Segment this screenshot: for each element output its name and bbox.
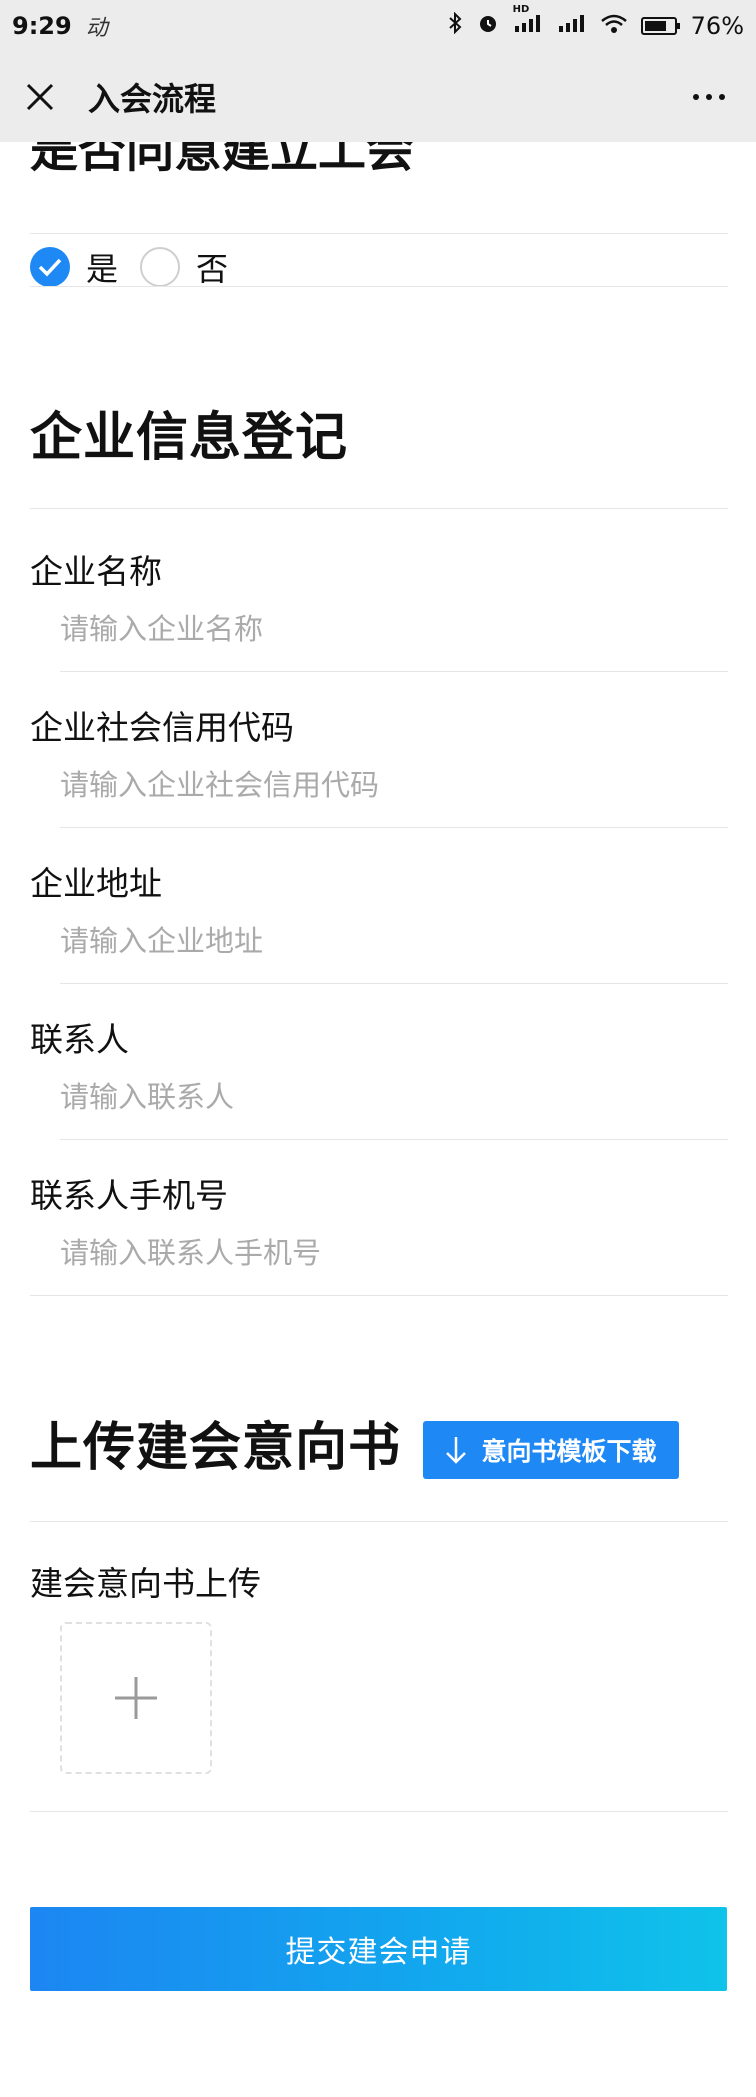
credit-code-label: 企业社会信用代码 — [30, 708, 294, 747]
radio-yes-label[interactable]: 是 — [86, 244, 118, 290]
divider — [30, 1295, 728, 1296]
radio-yes[interactable] — [30, 247, 70, 287]
contact-input[interactable] — [60, 1080, 720, 1114]
agree-radio-group: 是 否 — [30, 244, 250, 290]
template-download-button[interactable]: 意向书模板下载 — [423, 1421, 679, 1479]
battery-percent: 76% — [690, 12, 744, 40]
divider — [60, 983, 728, 984]
status-bar: 9:29 动 HD 76% — [0, 0, 756, 52]
battery-icon — [640, 17, 680, 35]
plus-icon — [115, 1677, 157, 1719]
upload-label: 建会意向书上传 — [30, 1564, 261, 1603]
status-activity: 动 — [85, 16, 108, 41]
contact-phone-label: 联系人手机号 — [30, 1176, 228, 1215]
signal-icon — [557, 12, 587, 40]
check-icon — [38, 258, 62, 277]
radio-no-label[interactable]: 否 — [196, 244, 228, 290]
divider — [30, 233, 728, 234]
company-address-input[interactable] — [60, 924, 720, 958]
divider — [60, 1139, 728, 1140]
page-title: 入会流程 — [88, 80, 217, 118]
status-time: 9:29 — [12, 12, 72, 40]
alarm-icon — [477, 12, 499, 40]
credit-code-input[interactable] — [60, 768, 720, 802]
template-download-label: 意向书模板下载 — [481, 1437, 657, 1466]
divider — [30, 1521, 728, 1522]
download-arrow-icon — [445, 1435, 467, 1465]
company-name-label: 企业名称 — [30, 552, 162, 591]
wifi-icon — [600, 12, 627, 40]
company-address-label: 企业地址 — [30, 864, 162, 903]
company-section-heading: 企业信息登记 — [30, 408, 349, 468]
upload-section-heading: 上传建会意向书 — [30, 1418, 402, 1478]
divider — [30, 286, 728, 287]
status-icons: HD 76% — [447, 4, 744, 40]
divider — [60, 671, 728, 672]
close-icon — [26, 83, 54, 111]
divider — [30, 508, 728, 509]
nav-bar: 入会流程 — [0, 52, 756, 142]
submit-button[interactable]: 提交建会申请 — [30, 1907, 727, 1991]
more-icon — [693, 94, 699, 100]
upload-area[interactable] — [60, 1622, 212, 1774]
divider — [60, 827, 728, 828]
contact-phone-input[interactable] — [60, 1236, 720, 1270]
radio-no[interactable] — [140, 247, 181, 287]
hd-signal-icon: HD — [513, 4, 543, 40]
company-name-input[interactable] — [60, 612, 720, 646]
submit-label: 提交建会申请 — [285, 1935, 472, 1970]
contact-label: 联系人 — [30, 1020, 129, 1059]
hd-label: HD — [512, 4, 530, 15]
bluetooth-icon — [447, 11, 463, 40]
more-button[interactable] — [684, 79, 734, 115]
close-button[interactable] — [22, 79, 58, 115]
divider — [30, 1811, 728, 1812]
